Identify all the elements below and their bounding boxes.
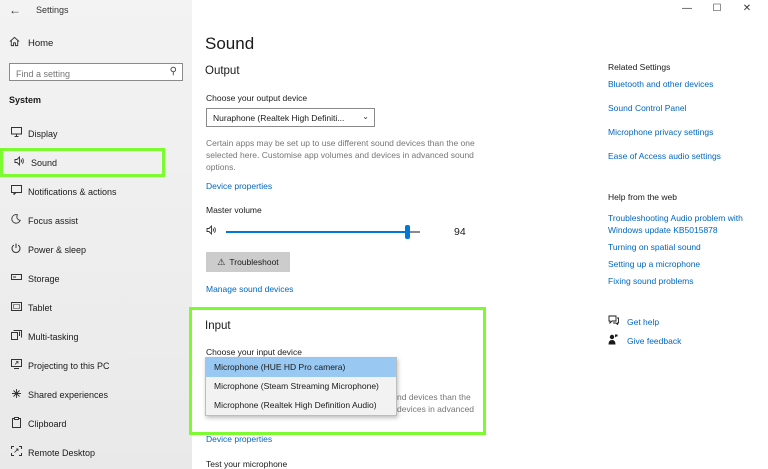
sidebar-item-projecting[interactable]: Projecting to this PC: [0, 351, 192, 380]
get-help-label: Get help: [627, 316, 660, 327]
output-heading: Output: [205, 65, 240, 77]
sidebar-nav: Display Sound Notifications & actions Fo…: [0, 119, 192, 467]
home-label: Home: [28, 37, 54, 49]
input-device-dropdown[interactable]: Microphone (HUE HD Pro camera) Microphon…: [205, 357, 397, 416]
test-microphone-label: Test your microphone: [206, 459, 288, 469]
help-link-spatial-sound[interactable]: Turning on spatial sound: [608, 241, 758, 253]
chevron-down-icon: ⌄: [362, 112, 369, 121]
sidebar-item-shared-experiences[interactable]: Shared experiences: [0, 380, 192, 409]
focus-assist-icon: [9, 214, 23, 227]
sidebar-item-label: Clipboard: [28, 418, 67, 429]
sidebar-item-storage[interactable]: Storage: [0, 264, 192, 293]
input-heading: Input: [205, 320, 231, 332]
troubleshoot-label: Troubleshoot: [229, 257, 279, 267]
output-device-label: Choose your output device: [206, 93, 308, 103]
related-settings-heading: Related Settings: [608, 62, 671, 72]
power-icon: [9, 243, 23, 256]
sound-icon: [12, 155, 26, 169]
related-link-microphone-privacy[interactable]: Microphone privacy settings: [608, 126, 758, 138]
notifications-icon: [9, 185, 23, 198]
back-arrow-icon[interactable]: ←: [9, 3, 21, 17]
home-link[interactable]: Home: [9, 36, 53, 50]
shared-icon: [9, 388, 23, 402]
volume-thumb[interactable]: [405, 225, 410, 239]
output-device-properties-link[interactable]: Device properties: [206, 181, 272, 191]
search-box[interactable]: ⚲: [9, 63, 183, 82]
troubleshoot-button[interactable]: ⚠ Troubleshoot: [206, 252, 290, 272]
tablet-icon: [9, 301, 23, 314]
sidebar-item-label: Display: [28, 128, 58, 139]
sidebar-item-label: Focus assist: [28, 215, 79, 226]
input-info-line-1: nd devices than the: [397, 392, 471, 402]
related-link-sound-control-panel[interactable]: Sound Control Panel: [608, 102, 758, 114]
sidebar-item-label: Projecting to this PC: [28, 360, 110, 371]
feedback-icon: [608, 334, 622, 348]
projecting-icon: [9, 359, 23, 372]
minimize-icon[interactable]: —: [672, 3, 702, 14]
page-title: Sound: [205, 34, 255, 53]
help-link-setting-up-microphone[interactable]: Setting up a microphone: [608, 258, 758, 270]
sidebar-item-sound[interactable]: Sound: [0, 148, 165, 177]
sidebar-item-label: Shared experiences: [28, 389, 109, 400]
multitasking-icon: [9, 330, 23, 343]
maximize-icon[interactable]: ☐: [702, 3, 732, 14]
close-icon[interactable]: ✕: [732, 3, 762, 14]
input-device-properties-link[interactable]: Device properties: [206, 436, 272, 444]
search-icon[interactable]: ⚲: [170, 66, 177, 77]
related-link-ease-of-access-audio[interactable]: Ease of Access audio settings: [608, 150, 758, 162]
sidebar-item-focus-assist[interactable]: Focus assist: [0, 206, 192, 235]
warning-icon: ⚠: [217, 256, 226, 267]
volume-track-filled: [226, 231, 405, 233]
master-volume-label: Master volume: [206, 205, 262, 215]
sidebar-item-notifications[interactable]: Notifications & actions: [0, 177, 192, 206]
search-input[interactable]: [10, 66, 160, 82]
sidebar-item-remote-desktop[interactable]: Remote Desktop: [0, 438, 192, 467]
sidebar-item-label: Multi-tasking: [28, 331, 79, 342]
volume-track-empty: [409, 231, 420, 233]
chat-icon: [608, 315, 622, 328]
sidebar-item-label: Storage: [28, 273, 60, 284]
display-icon: [9, 127, 23, 140]
sidebar-item-tablet[interactable]: Tablet: [0, 293, 192, 322]
related-link-bluetooth[interactable]: Bluetooth and other devices: [608, 78, 758, 90]
help-heading: Help from the web: [608, 192, 677, 202]
sidebar-item-power-sleep[interactable]: Power & sleep: [0, 235, 192, 264]
app-title: Settings: [36, 5, 69, 15]
input-device-option[interactable]: Microphone (HUE HD Pro camera): [206, 358, 396, 377]
help-link-fixing-sound[interactable]: Fixing sound problems: [608, 275, 758, 287]
remote-desktop-icon: [9, 446, 23, 459]
section-label: System: [9, 95, 42, 105]
title-bar: ← Settings: [0, 0, 192, 22]
give-feedback-label: Give feedback: [627, 336, 682, 346]
output-device-value: Nuraphone (Realtek High Definiti...: [213, 113, 345, 123]
sidebar-item-label: Sound: [31, 157, 58, 168]
master-volume-slider[interactable]: [206, 224, 476, 239]
input-device-option[interactable]: Microphone (Realtek High Definition Audi…: [206, 396, 396, 415]
sidebar-item-label: Notifications & actions: [28, 186, 117, 197]
get-help-link[interactable]: Get help: [608, 315, 659, 328]
input-device-option[interactable]: Microphone (Steam Streaming Microphone): [206, 377, 396, 396]
master-volume-value: 94: [454, 226, 466, 238]
speaker-icon[interactable]: [206, 224, 218, 238]
sidebar-item-multitasking[interactable]: Multi-tasking: [0, 322, 192, 351]
sidebar-item-clipboard[interactable]: Clipboard: [0, 409, 192, 438]
manage-sound-devices-link[interactable]: Manage sound devices: [206, 284, 293, 294]
sidebar-item-label: Power & sleep: [28, 244, 87, 255]
input-info-line-2: devices in advanced: [397, 404, 475, 414]
sidebar: ← Settings Home ⚲ System Display Sound: [0, 0, 192, 469]
input-info-text-partial: nd devices than the devices in advanced: [397, 391, 474, 415]
sidebar-item-display[interactable]: Display: [0, 119, 192, 148]
storage-icon: [9, 273, 23, 284]
output-device-select[interactable]: Nuraphone (Realtek High Definiti... ⌄: [206, 108, 375, 127]
give-feedback-link[interactable]: Give feedback: [608, 334, 681, 348]
help-link-troubleshooting-audio[interactable]: Troubleshooting Audio problem with Windo…: [608, 212, 758, 236]
input-device-label: Choose your input device: [206, 347, 302, 357]
main-content: — ☐ ✕ Sound Output Choose your output de…: [189, 0, 768, 469]
clipboard-icon: [9, 416, 23, 431]
sidebar-item-label: Remote Desktop: [28, 447, 96, 458]
sidebar-item-label: Tablet: [28, 302, 53, 313]
window-controls: — ☐ ✕: [672, 3, 762, 14]
home-icon: [9, 36, 23, 50]
output-info-text: Certain apps may be set up to use differ…: [206, 138, 475, 172]
